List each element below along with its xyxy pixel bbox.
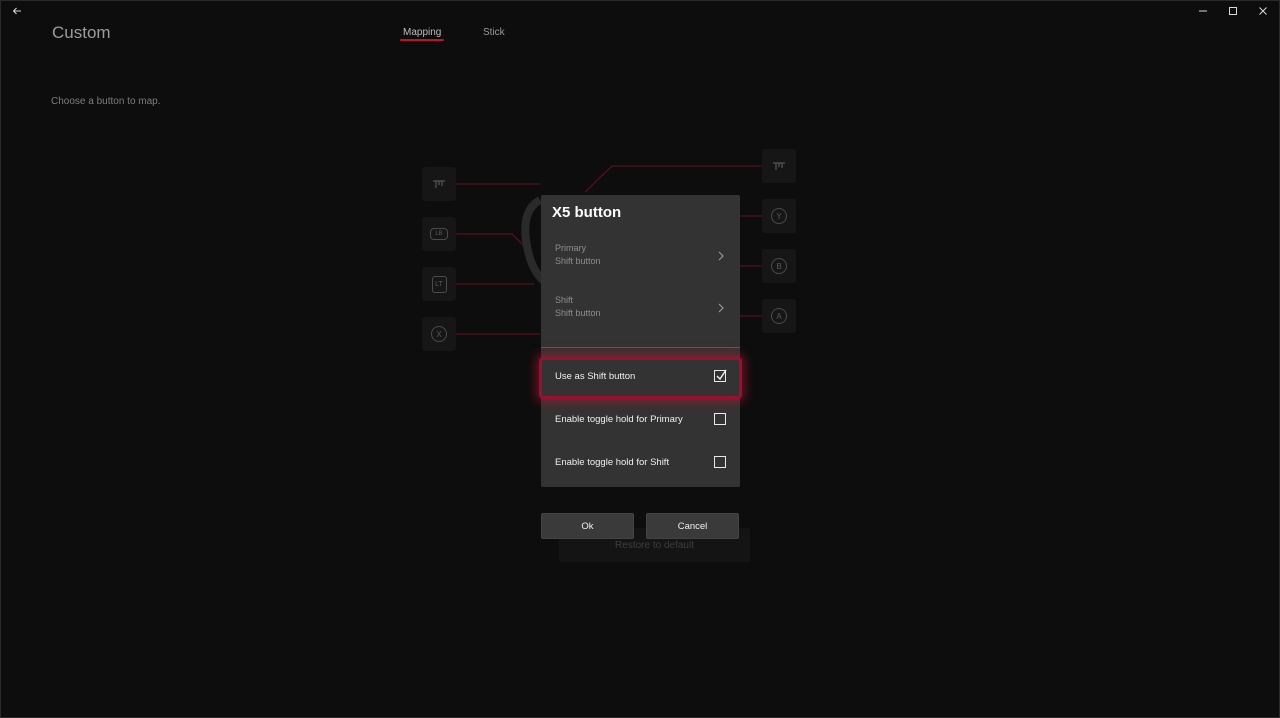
a-label: A xyxy=(776,311,782,321)
primary-option[interactable]: Primary Shift button xyxy=(541,235,740,283)
x-label: X xyxy=(436,329,442,339)
left-bumper-icon: LB xyxy=(430,228,448,240)
map-button-rb[interactable] xyxy=(422,167,456,201)
toggle-hold-shift-label: Enable toggle hold for Shift xyxy=(555,457,670,468)
map-button-a[interactable]: A xyxy=(762,299,796,333)
a-button-icon: A xyxy=(771,308,787,324)
primary-option-title: Primary xyxy=(555,243,586,253)
ok-button[interactable]: Ok xyxy=(541,513,634,539)
use-as-shift-label: Use as Shift button xyxy=(555,371,636,382)
trigger-icon xyxy=(770,159,788,173)
x-button-icon: X xyxy=(431,326,447,342)
toggle-hold-primary-label: Enable toggle hold for Primary xyxy=(555,414,683,425)
map-button-b[interactable]: B xyxy=(762,249,796,283)
dialog-title: X5 button xyxy=(552,204,622,221)
map-button-y[interactable]: Y xyxy=(762,199,796,233)
left-trigger-icon: LT xyxy=(431,275,447,293)
primary-option-value: Shift button xyxy=(555,256,601,266)
toggle-hold-primary-checkbox[interactable] xyxy=(714,413,726,425)
divider xyxy=(541,347,740,348)
shift-option-value: Shift button xyxy=(555,308,601,318)
lt-label: LT xyxy=(435,280,443,288)
toggle-hold-shift-row[interactable]: Enable toggle hold for Shift xyxy=(541,443,740,483)
map-button-rt[interactable] xyxy=(762,149,796,183)
chevron-right-icon xyxy=(718,303,724,313)
chevron-right-icon xyxy=(718,251,724,261)
map-button-x[interactable]: X xyxy=(422,317,456,351)
y-button-icon: Y xyxy=(771,208,787,224)
checkmark-icon xyxy=(716,369,727,381)
lb-label: LB xyxy=(435,231,443,237)
x5-button-dialog: X5 button Primary Shift button Shift Shi… xyxy=(539,195,742,487)
b-button-icon: B xyxy=(771,258,787,274)
toggle-hold-primary-row[interactable]: Enable toggle hold for Primary xyxy=(541,400,740,440)
y-label: Y xyxy=(776,211,782,221)
cancel-button[interactable]: Cancel xyxy=(646,513,739,539)
map-button-lt[interactable]: LT xyxy=(422,267,456,301)
b-label: B xyxy=(776,261,782,271)
use-as-shift-checkbox[interactable] xyxy=(714,369,727,382)
shift-option-title: Shift xyxy=(555,295,574,305)
shift-option[interactable]: Shift Shift button xyxy=(541,287,740,335)
use-as-shift-checkbox-row[interactable]: Use as Shift button xyxy=(539,357,742,399)
toggle-hold-shift-checkbox[interactable] xyxy=(714,456,726,468)
map-button-lb[interactable]: LB xyxy=(422,217,456,251)
right-bumper-icon xyxy=(430,177,448,191)
